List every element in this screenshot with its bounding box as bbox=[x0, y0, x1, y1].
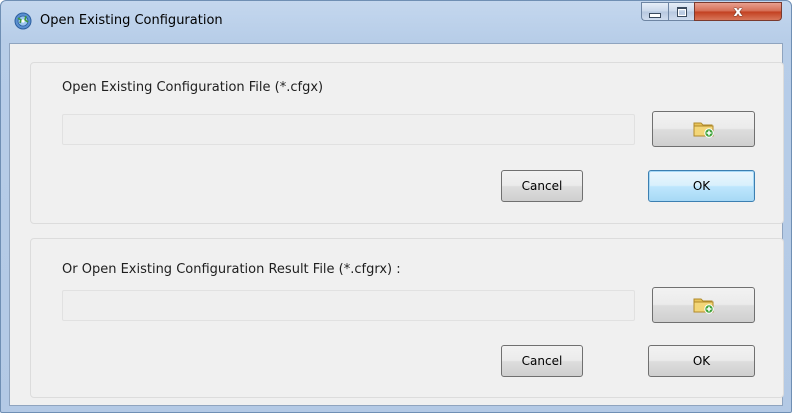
config-file-cancel-button[interactable]: Cancel bbox=[501, 170, 583, 202]
maximize-button[interactable] bbox=[668, 2, 694, 21]
minimize-icon bbox=[649, 12, 661, 18]
caption-buttons: x bbox=[641, 2, 783, 22]
config-file-browse-button[interactable] bbox=[652, 111, 755, 147]
minimize-button[interactable] bbox=[641, 2, 668, 21]
config-globe-icon bbox=[14, 12, 32, 30]
close-button[interactable]: x bbox=[694, 2, 782, 21]
config-file-ok-button[interactable]: OK bbox=[648, 170, 755, 202]
result-file-browse-button[interactable] bbox=[652, 287, 755, 323]
close-icon: x bbox=[733, 3, 743, 20]
folder-add-icon bbox=[693, 298, 714, 314]
result-file-label: Or Open Existing Configuration Result Fi… bbox=[62, 262, 401, 277]
result-file-ok-button[interactable]: OK bbox=[648, 345, 755, 377]
result-file-group: Or Open Existing Configuration Result Fi… bbox=[30, 238, 784, 398]
config-file-label: Open Existing Configuration File (*.cfgx… bbox=[62, 80, 324, 95]
folder-add-icon bbox=[693, 122, 714, 138]
title-bar[interactable]: Open Existing Configuration x bbox=[1, 1, 791, 43]
window-title: Open Existing Configuration bbox=[40, 13, 223, 28]
maximize-icon bbox=[676, 6, 687, 17]
config-file-group: Open Existing Configuration File (*.cfgx… bbox=[30, 62, 784, 224]
result-file-path-input[interactable] bbox=[62, 290, 635, 321]
result-file-cancel-button[interactable]: Cancel bbox=[501, 345, 583, 377]
config-file-path-input[interactable] bbox=[62, 114, 635, 145]
